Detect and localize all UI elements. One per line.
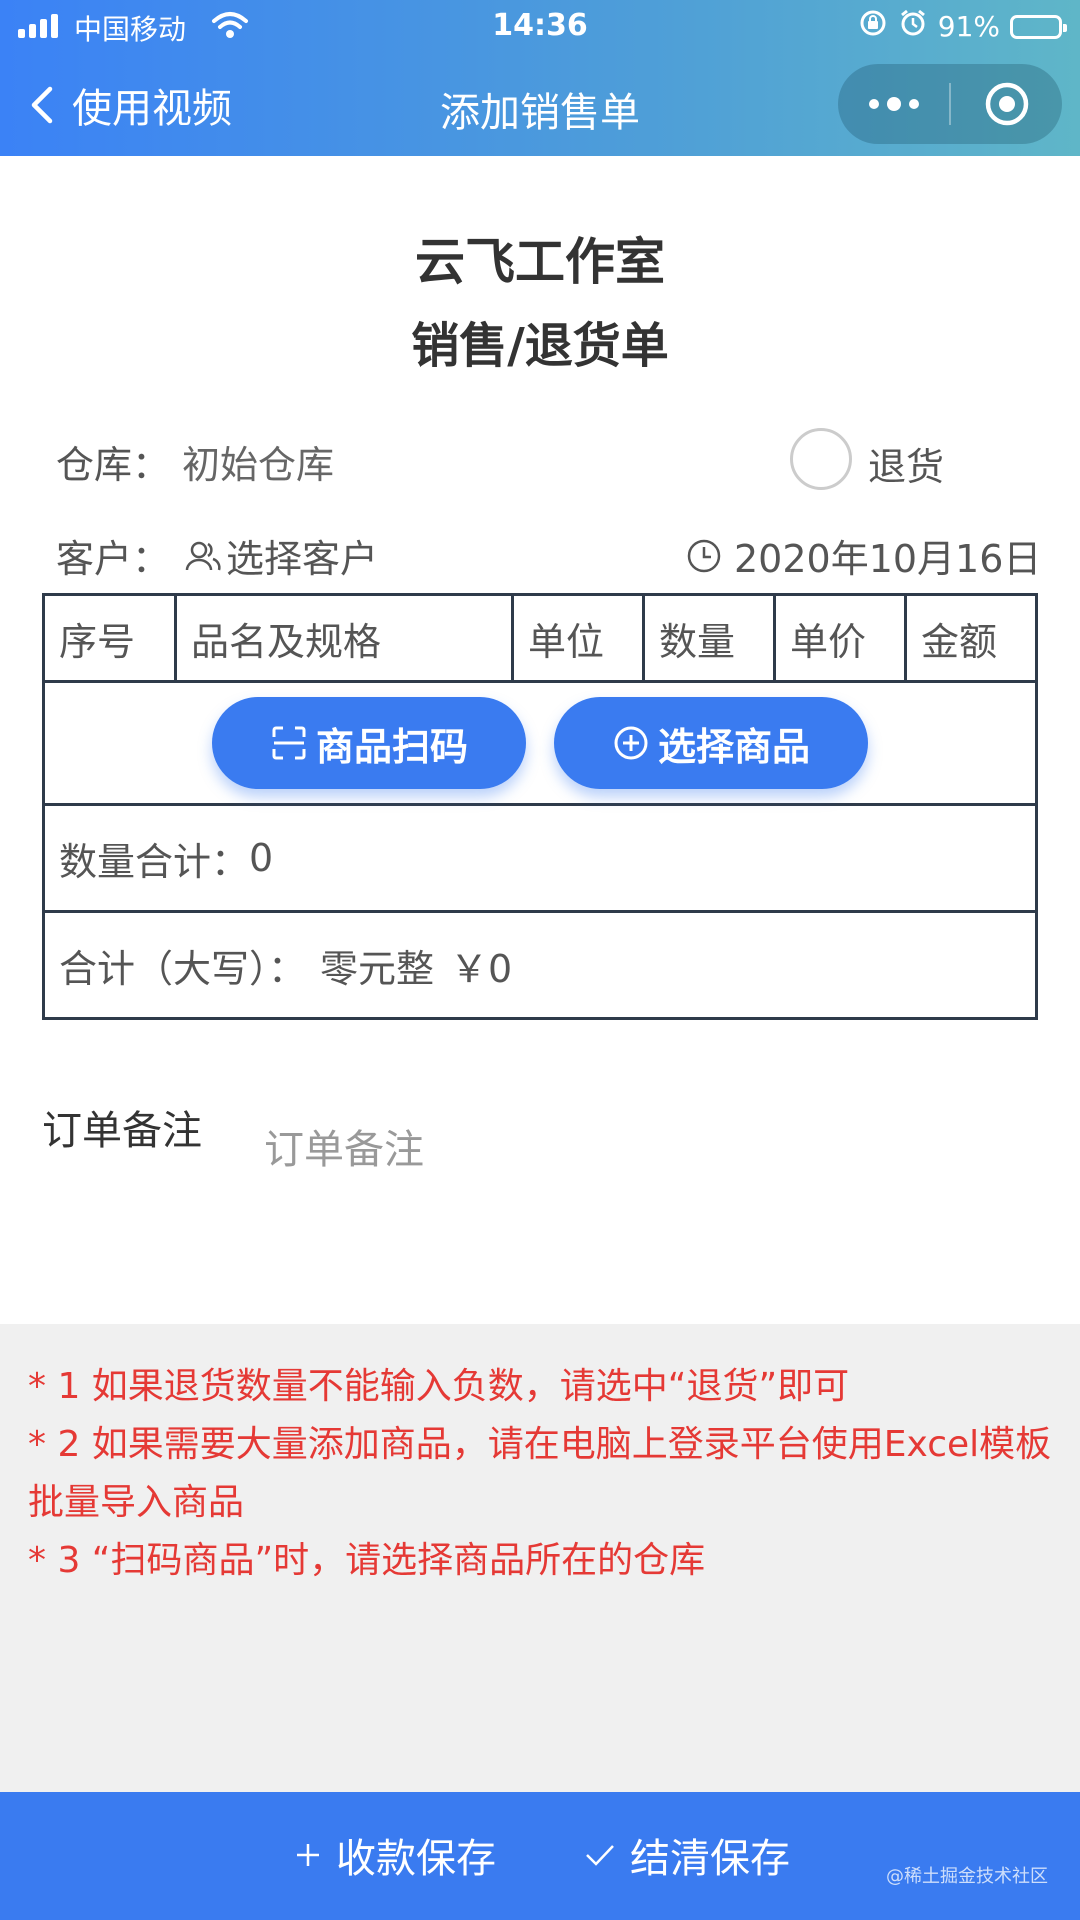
users-icon — [185, 541, 221, 570]
more-button[interactable] — [838, 64, 949, 144]
date-value: 2020年10月16日 — [734, 537, 1042, 581]
return-label[interactable]: 退货 — [868, 436, 944, 491]
scan-icon — [272, 726, 306, 760]
plus-icon — [297, 1844, 319, 1866]
settle-save-button[interactable]: 结清保存 — [584, 1826, 790, 1884]
select-product-label: 选择商品 — [657, 724, 810, 769]
top-bar: 中国移动 14:36 91% 使用视频 添加销售单 — [0, 0, 1080, 156]
column-header: 金额 — [921, 619, 998, 664]
table-header: 序号 品名及规格 单位 数量 单价 金额 — [45, 596, 1035, 683]
select-product-button[interactable]: 选择商品 — [554, 697, 868, 789]
company-name: 云飞工作室 — [415, 233, 665, 291]
column-header: 序号 — [45, 596, 177, 680]
status-bar: 中国移动 14:36 91% — [0, 0, 1080, 52]
date-picker[interactable]: 2020年10月16日 — [686, 528, 1041, 583]
quantity-total-label: 数量合计： — [59, 839, 250, 884]
warehouse-label: 仓库： — [56, 443, 171, 487]
amount-total-row: 合计（大写）： 零元整 ￥0 — [45, 913, 1035, 1017]
quantity-total-row: 数量合计： 0 — [45, 806, 1035, 913]
quantity-total-value: 0 — [249, 836, 274, 880]
warehouse-select[interactable]: 初始仓库 — [182, 434, 334, 489]
status-right: 91% — [858, 8, 1067, 45]
battery-percent: 91% — [937, 10, 1000, 43]
settle-save-label: 结清保存 — [630, 1836, 790, 1882]
rotation-lock-icon — [858, 8, 888, 45]
plus-circle-icon — [614, 726, 648, 760]
scan-product-label: 商品扫码 — [315, 724, 468, 769]
battery-icon — [1010, 14, 1067, 39]
customer-placeholder: 选择客户 — [226, 537, 379, 581]
column-header: 品名及规格 — [177, 596, 514, 680]
check-icon — [586, 1845, 614, 1866]
bottom-action-bar: 收款保存 结清保存 @稀土掘金技术社区 — [0, 1792, 1080, 1920]
note-item: * 2 如果需要大量添加商品，请在电脑上登录平台使用Excel模板批量导入商品 — [28, 1424, 1052, 1523]
close-mini-program-button[interactable] — [951, 64, 1062, 144]
amount-total-label: 合计（大写）： — [59, 946, 307, 991]
note-item: * 3 “扫码商品”时，请选择商品所在的仓库 — [28, 1540, 706, 1581]
scan-product-button[interactable]: 商品扫码 — [212, 697, 526, 789]
notes-panel: * 1 如果退货数量不能输入负数，请选中“退货”即可 * 2 如果需要大量添加商… — [0, 1324, 1080, 1792]
nav-bar: 使用视频 添加销售单 — [0, 52, 1080, 156]
column-header: 数量 — [645, 596, 776, 680]
watermark: @稀土掘金技术社区 — [886, 1866, 1048, 1887]
save-with-payment-label: 收款保存 — [336, 1836, 496, 1882]
amount-total-value: ￥0 — [450, 946, 513, 991]
note-item: * 1 如果退货数量不能输入负数，请选中“退货”即可 — [28, 1366, 850, 1407]
clock-icon — [687, 539, 721, 572]
product-actions-row: 商品扫码 选择商品 — [45, 683, 1035, 806]
remark-label: 订单备注 — [42, 1108, 202, 1154]
alarm-icon — [898, 8, 928, 45]
return-radio[interactable] — [790, 428, 852, 490]
mini-program-capsule — [838, 64, 1062, 144]
customer-label: 客户： — [56, 537, 171, 581]
customer-select[interactable]: 选择客户 — [184, 528, 378, 583]
column-header: 单位 — [514, 596, 645, 680]
remark-input[interactable] — [264, 1120, 1024, 1180]
amount-upper: 零元整 — [320, 946, 435, 991]
target-icon — [985, 82, 1028, 126]
document-title: 销售/退货单 — [411, 318, 669, 374]
order-table: 序号 品名及规格 单位 数量 单价 金额 商品扫码 选择商品 数量合计： 0 合… — [42, 593, 1038, 1020]
column-header: 单价 — [776, 596, 907, 680]
save-with-payment-button[interactable]: 收款保存 — [294, 1826, 496, 1884]
more-dots-icon — [868, 97, 919, 111]
